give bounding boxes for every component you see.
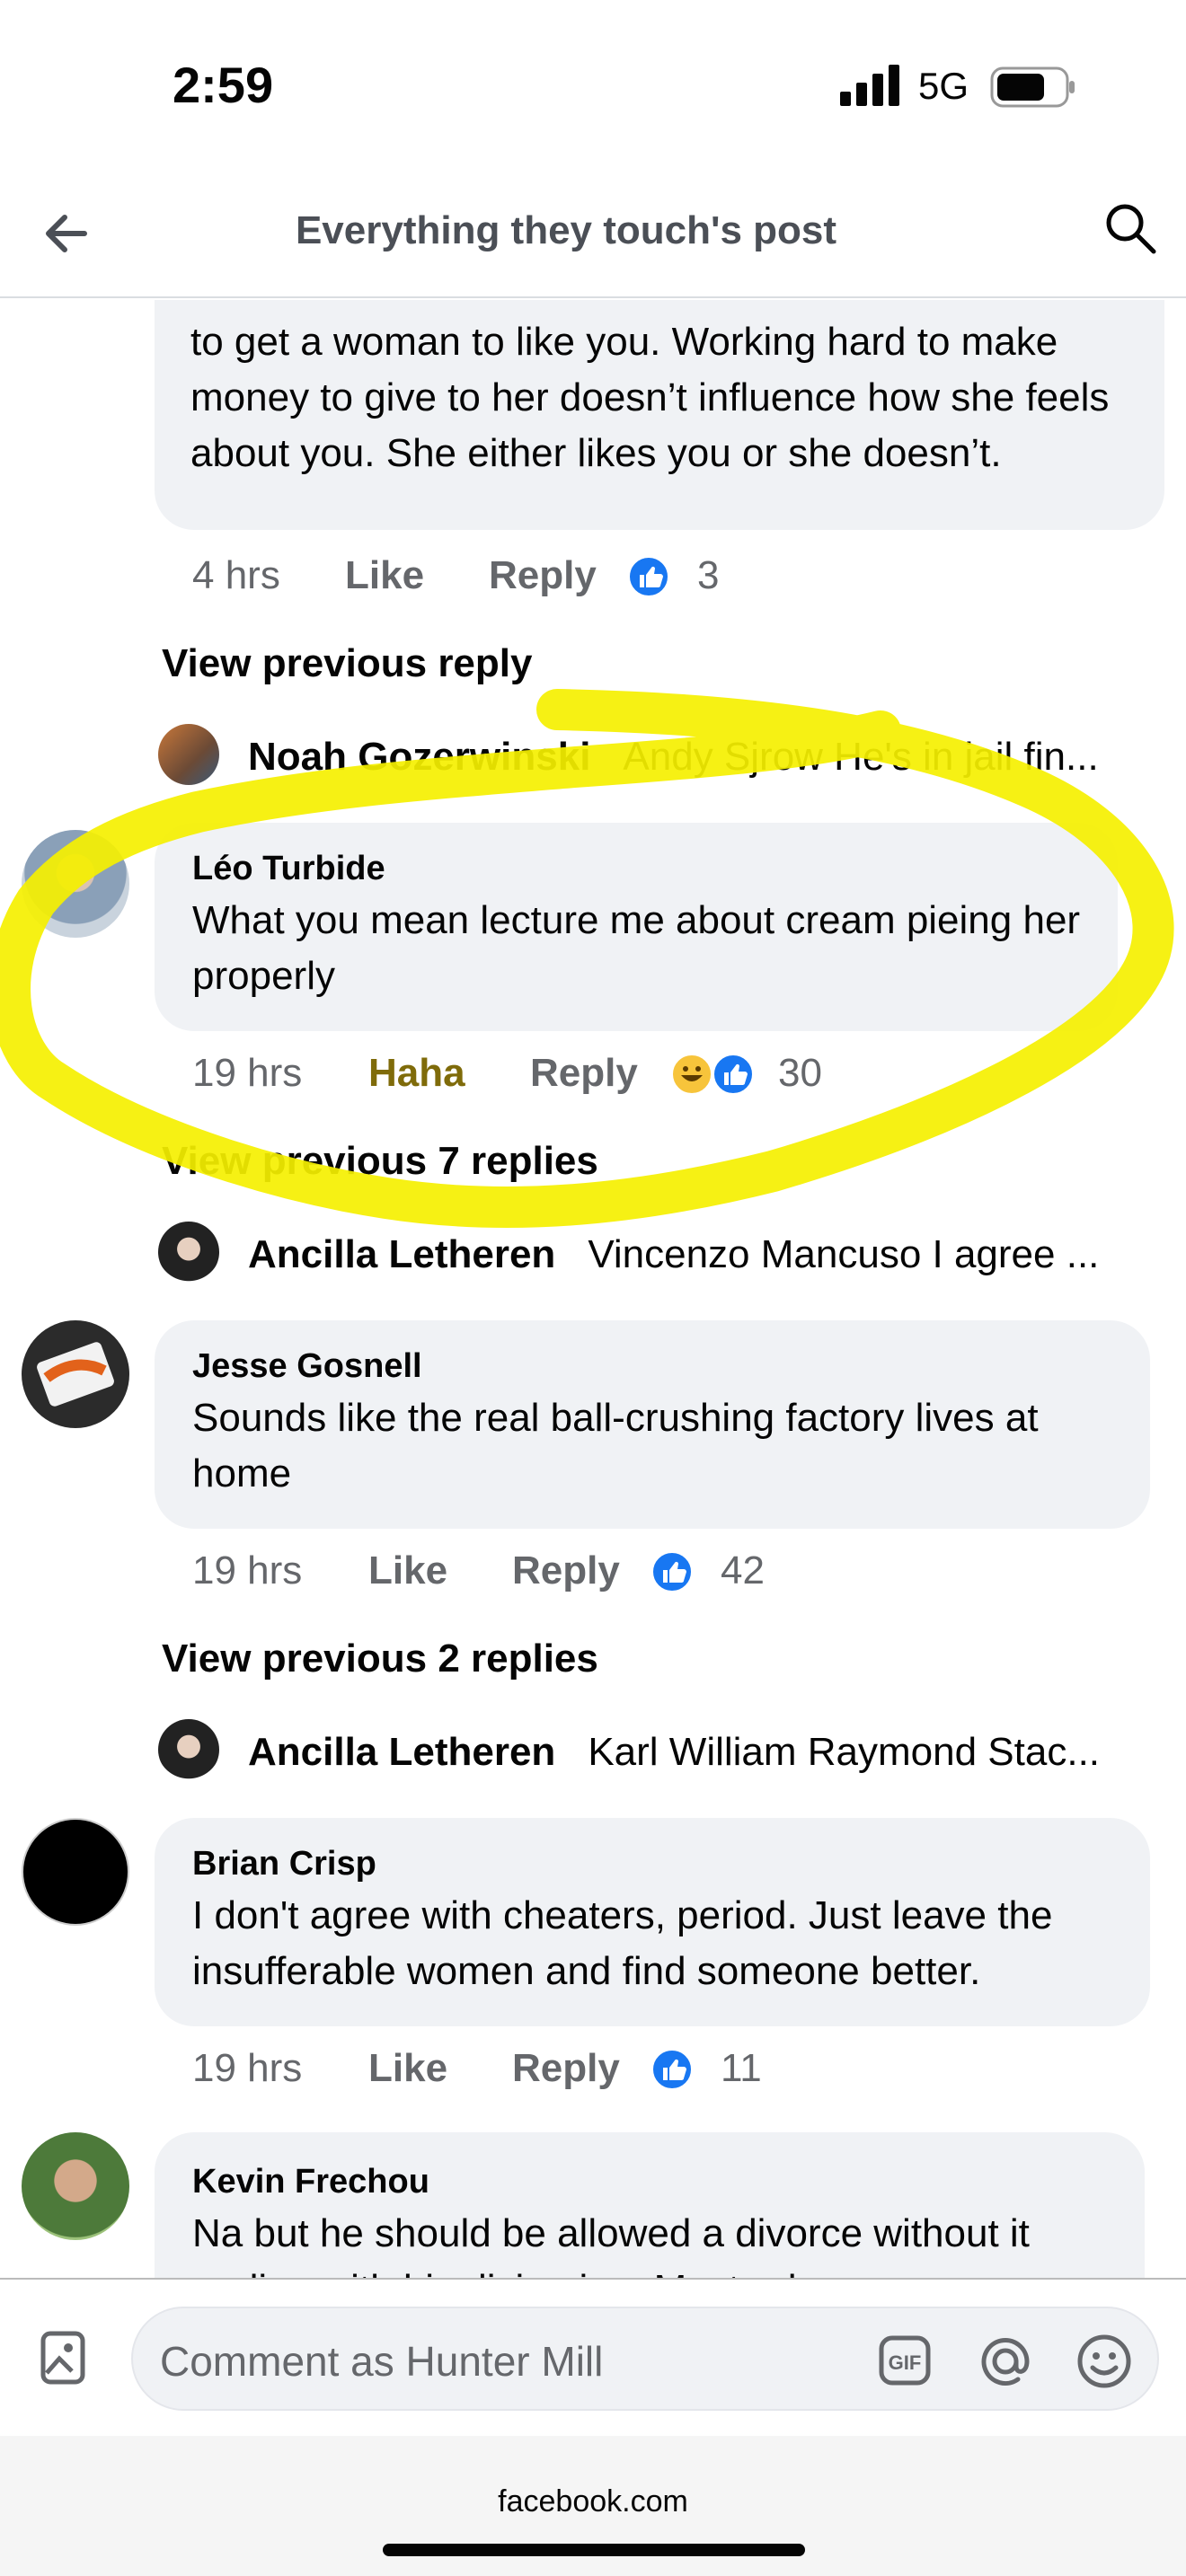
comment-text: I don't agree with cheaters, period. Jus… bbox=[192, 1893, 1053, 1993]
domain-label: facebook.com bbox=[498, 2484, 688, 2519]
reply-button[interactable]: Reply bbox=[489, 553, 597, 598]
like-button[interactable]: Like bbox=[345, 553, 424, 598]
comment-time: 19 hrs bbox=[192, 2046, 303, 2090]
reply-button[interactable]: Reply bbox=[512, 1548, 620, 1593]
search-icon[interactable] bbox=[1102, 199, 1159, 257]
avatar[interactable] bbox=[22, 1320, 129, 1428]
like-reaction-icon bbox=[627, 555, 670, 598]
reaction-count: 42 bbox=[721, 1548, 765, 1592]
comment-time: 4 hrs bbox=[192, 553, 280, 597]
comment-bubble: Brian Crisp I don't agree with cheaters,… bbox=[155, 1818, 1150, 2026]
page-title: Everything they touch's post bbox=[295, 208, 837, 252]
comment-bubble: Kevin Frechou Na but he should be allowe… bbox=[155, 2132, 1145, 2278]
comment-composer: Comment as Hunter Mill GIF bbox=[0, 2278, 1186, 2436]
photo-icon[interactable] bbox=[40, 2330, 92, 2386]
comment-bubble: Jesse Gosnell Sounds like the real ball-… bbox=[155, 1320, 1150, 1529]
gif-icon[interactable]: GIF bbox=[879, 2335, 931, 2386]
battery-icon bbox=[990, 66, 1075, 108]
like-button[interactable]: Like bbox=[368, 1548, 447, 1593]
reaction-count: 11 bbox=[721, 2046, 762, 2090]
signal-icon bbox=[840, 65, 899, 106]
highlight-scribble bbox=[0, 689, 1174, 1228]
reaction-count: 3 bbox=[697, 553, 720, 597]
reply-author: Ancilla Letheren bbox=[248, 1730, 556, 1774]
comment-text: to get a woman to like you. Working hard… bbox=[190, 320, 1110, 475]
view-previous-replies[interactable]: View previous 2 replies bbox=[162, 1636, 598, 1681]
reply-button[interactable]: Reply bbox=[512, 2046, 620, 2091]
comment-bubble: to get a woman to like you. Working hard… bbox=[155, 300, 1164, 530]
status-time: 2:59 bbox=[173, 57, 274, 113]
comment-input[interactable]: Comment as Hunter Mill GIF bbox=[131, 2307, 1159, 2411]
like-reaction-icon bbox=[651, 2048, 694, 2091]
browser-footer: facebook.com bbox=[0, 2436, 1186, 2576]
comments-feed[interactable]: to get a woman to like you. Working hard… bbox=[0, 300, 1186, 2278]
status-bar: 2:59 5G bbox=[0, 0, 1186, 180]
avatar[interactable] bbox=[22, 1818, 129, 1926]
reply-preview[interactable]: Ancilla Letheren Karl William Raymond Sta… bbox=[248, 1730, 1146, 1775]
mention-icon[interactable] bbox=[978, 2333, 1033, 2389]
comment-author[interactable]: Brian Crisp bbox=[192, 1845, 376, 1883]
comment-text: Na but he should be allowed a divorce wi… bbox=[192, 2211, 1030, 2278]
comment-author[interactable]: Kevin Frechou bbox=[192, 2163, 429, 2201]
comment-text: Sounds like the real ball-crushing facto… bbox=[192, 1396, 1039, 1495]
comment-time: 19 hrs bbox=[192, 1548, 303, 1592]
network-label: 5G bbox=[918, 65, 969, 107]
svg-text:GIF: GIF bbox=[889, 2351, 922, 2374]
like-reaction-icon bbox=[651, 1550, 694, 1593]
like-button[interactable]: Like bbox=[368, 2046, 447, 2091]
reply-snippet: Karl William Raymond Stac... bbox=[588, 1730, 1101, 1774]
comment-placeholder: Comment as Hunter Mill bbox=[160, 2338, 604, 2385]
avatar[interactable] bbox=[158, 1719, 219, 1780]
home-indicator[interactable] bbox=[383, 2544, 805, 2556]
avatar[interactable] bbox=[22, 2132, 129, 2240]
emoji-icon[interactable] bbox=[1076, 2333, 1132, 2389]
comment-author[interactable]: Jesse Gosnell bbox=[192, 1347, 422, 1386]
